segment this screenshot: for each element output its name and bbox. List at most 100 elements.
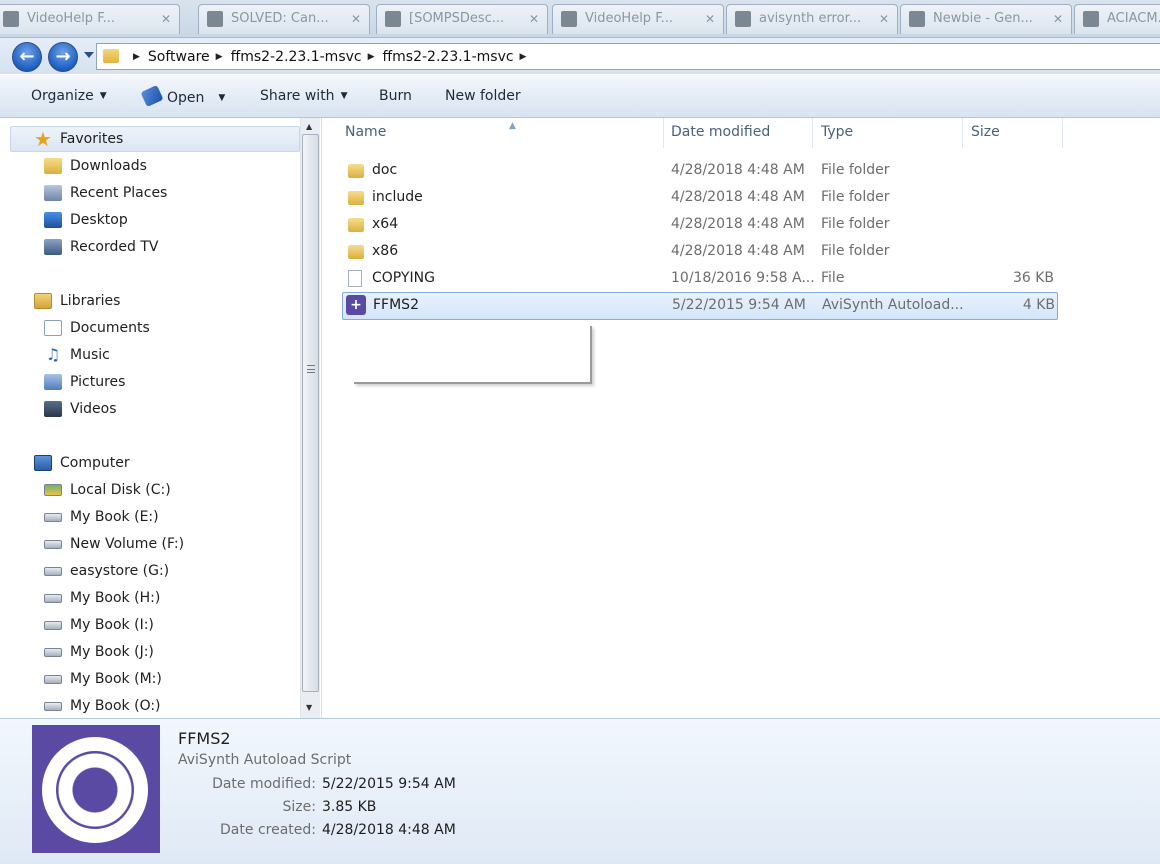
folder-icon [348, 164, 364, 178]
address-bar[interactable]: ▶ Software ▶ ffms2-2.23.1-msvc ▶ ffms2-2… [96, 43, 1160, 70]
sort-ascending-icon: ▲ [509, 121, 516, 131]
file-icon [348, 270, 362, 287]
details-size: 3.85 KB [322, 799, 377, 815]
folder-icon [348, 245, 364, 259]
forward-button[interactable]: → [48, 42, 78, 72]
chevron-right-icon[interactable]: ▶ [520, 52, 527, 62]
column-header-date-modified[interactable]: Date modified [663, 118, 813, 148]
tab-favicon-icon [3, 11, 19, 27]
details-date-modified: 5/22/2015 9:54 AM [322, 776, 456, 792]
tab-item[interactable]: VideoHelp F... ✕ [0, 4, 180, 34]
nav-item-recorded-tv[interactable]: Recorded TV [44, 236, 158, 258]
nav-item-desktop[interactable]: Desktop [44, 209, 128, 231]
tab-item[interactable]: [SOMPSDesc... ✕ [376, 4, 548, 34]
recent-places-icon [44, 185, 62, 201]
nav-item-libraries[interactable]: Libraries [34, 290, 120, 312]
close-icon[interactable]: ✕ [1053, 5, 1063, 33]
avisynth-script-icon: + [32, 725, 160, 853]
nav-item-drive[interactable]: easystore (G:) [44, 560, 169, 582]
back-button[interactable]: ← [12, 42, 42, 72]
details-label: Size: [282, 799, 316, 815]
nav-item-documents[interactable]: Documents [44, 317, 150, 339]
tab-favicon-icon [207, 11, 223, 27]
scroll-down-icon[interactable]: ▼ [306, 703, 312, 712]
tab-favicon-icon [561, 11, 577, 27]
tab-item[interactable]: Newbie - Gen... ✕ [900, 4, 1072, 34]
nav-scrollbar[interactable]: ▲ ▼ [300, 118, 320, 718]
chevron-right-icon[interactable]: ▶ [133, 52, 140, 62]
nav-item-drive[interactable]: New Volume (F:) [44, 533, 184, 555]
close-icon[interactable]: ✕ [161, 5, 171, 33]
background-tab-strip: VideoHelp F... ✕ SOLVED: Can... ✕ [SOMPSDe… [0, 0, 1160, 38]
nav-item-drive[interactable]: My Book (I:) [44, 614, 154, 636]
grip-icon [307, 365, 315, 373]
folder-icon [348, 191, 364, 205]
file-row[interactable]: doc 4/28/2018 4:48 AM File folder [342, 158, 1058, 184]
system-disk-icon [44, 484, 62, 496]
file-row-selected[interactable]: FFMS2 5/22/2015 9:54 AM AviSynth Autoloa… [342, 292, 1058, 320]
details-date-created: 4/28/2018 4:48 AM [322, 822, 456, 838]
avisynth-script-icon [346, 295, 366, 315]
scroll-up-icon[interactable]: ▲ [306, 122, 312, 131]
nav-item-downloads[interactable]: Downloads [44, 155, 147, 177]
scrollbar-thumb[interactable] [302, 134, 319, 692]
nav-item-pictures[interactable]: Pictures [44, 371, 125, 393]
navigation-pane: ★ Favorites Downloads Recent Places Deskt… [0, 118, 322, 718]
file-row[interactable]: COPYING 10/18/2016 9:58 A... File 36 KB [342, 266, 1058, 292]
downloads-folder-icon [44, 158, 62, 174]
tooltip-remnant [354, 326, 592, 384]
tab-favicon-icon [909, 11, 925, 27]
chevron-down-icon: ▼ [99, 91, 107, 101]
breadcrumb-item[interactable]: ffms2-2.23.1-msvc [231, 49, 362, 65]
tab-item[interactable]: SOLVED: Can... ✕ [198, 4, 370, 34]
drive-icon [44, 593, 62, 603]
chevron-right-icon[interactable]: ▶ [368, 52, 375, 62]
burn-button[interactable]: Burn [379, 88, 412, 104]
tab-item[interactable]: ACIACM... [1074, 4, 1160, 34]
tab-item[interactable]: avisynth error... ✕ [726, 4, 898, 34]
address-row: ← → ▶ Software ▶ ffms2-2.23.1-msvc ▶ ffm… [0, 38, 1160, 74]
nav-item-drive[interactable]: My Book (H:) [44, 587, 160, 609]
nav-item-computer[interactable]: Computer [34, 452, 130, 474]
tab-favicon-icon [385, 11, 401, 27]
column-header-type[interactable]: Type [813, 118, 963, 148]
nav-item-drive[interactable]: My Book (E:) [44, 506, 159, 528]
computer-icon [34, 455, 52, 471]
breadcrumb: ▶ Software ▶ ffms2-2.23.1-msvc ▶ ffms2-2… [127, 44, 534, 69]
close-icon[interactable]: ✕ [879, 5, 889, 33]
videos-icon [44, 401, 62, 417]
close-icon[interactable]: ✕ [529, 5, 539, 33]
command-bar: Organize ▼ Open ▼ Share with ▼ Burn New fol… [0, 74, 1160, 118]
nav-item-drive[interactable]: Local Disk (C:) [44, 479, 171, 501]
chevron-right-icon[interactable]: ▶ [216, 52, 223, 62]
recent-pages-dropdown-icon[interactable] [84, 52, 94, 58]
breadcrumb-item[interactable]: ffms2-2.23.1-msvc [383, 49, 514, 65]
nav-item-drive[interactable]: My Book (O:) [44, 695, 161, 717]
plus-icon: + [80, 769, 112, 813]
column-header-size[interactable]: Size [963, 118, 1063, 148]
details-file-type: AviSynth Autoload Script [178, 752, 352, 768]
drive-icon [44, 674, 62, 684]
file-row[interactable]: x86 4/28/2018 4:48 AM File folder [342, 239, 1058, 265]
nav-item-drive[interactable]: My Book (M:) [44, 668, 162, 690]
file-row[interactable]: x64 4/28/2018 4:48 AM File folder [342, 212, 1058, 238]
nav-item-favorites[interactable]: ★ Favorites [34, 128, 123, 150]
nav-item-recent-places[interactable]: Recent Places [44, 182, 167, 204]
close-icon[interactable]: ✕ [705, 5, 715, 33]
libraries-icon [34, 293, 52, 309]
documents-icon [44, 320, 62, 336]
breadcrumb-item[interactable]: Software [148, 49, 210, 65]
tab-item[interactable]: VideoHelp F... ✕ [552, 4, 724, 34]
chevron-down-icon[interactable]: ▼ [218, 93, 225, 103]
nav-item-drive[interactable]: My Book (J:) [44, 641, 154, 663]
nav-item-videos[interactable]: Videos [44, 398, 117, 420]
organize-button[interactable]: Organize ▼ [31, 88, 107, 104]
new-folder-button[interactable]: New folder [445, 88, 521, 104]
column-header-name[interactable]: ▲ Name [337, 118, 664, 148]
file-row[interactable]: include 4/28/2018 4:48 AM File folder [342, 185, 1058, 211]
drive-icon [44, 647, 62, 657]
share-with-button[interactable]: Share with ▼ [260, 88, 347, 104]
close-icon[interactable]: ✕ [351, 5, 361, 33]
nav-item-music[interactable]: ♫ Music [44, 344, 110, 366]
open-button[interactable]: Open ▼ [140, 84, 225, 108]
